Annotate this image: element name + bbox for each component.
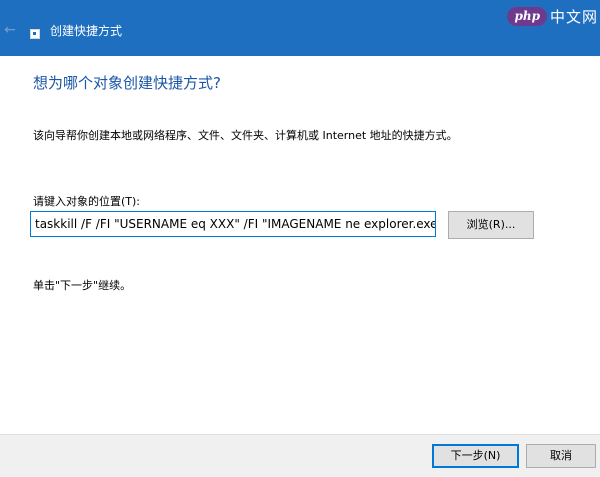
php-cn-logo: php 中文网 [507, 2, 598, 30]
logo-cn-text: 中文网 [549, 7, 598, 26]
next-button[interactable]: 下一步(N) [432, 444, 519, 468]
cancel-button[interactable]: 取消 [526, 444, 596, 468]
window-title: 创建快捷方式 [50, 24, 123, 38]
target-location-label: 请键入对象的位置(T): [33, 195, 141, 208]
title-bar: ← 创建快捷方式 php 中文网 [0, 0, 600, 56]
target-location-input[interactable]: taskkill /F /FI "USERNAME eq XXX" /FI "I… [30, 211, 436, 237]
wizard-content: 想为哪个对象创建快捷方式? 该向导帮你创建本地或网络程序、文件、文件夹、计算机或… [0, 56, 600, 434]
page-heading: 想为哪个对象创建快捷方式? [33, 74, 221, 92]
back-arrow-icon[interactable]: ← [2, 22, 18, 38]
wizard-footer: 下一步(N) 取消 [0, 434, 600, 477]
browse-button[interactable]: 浏览(R)... [448, 211, 534, 239]
shortcut-app-icon [30, 29, 40, 39]
continue-hint: 单击"下一步"继续。 [33, 279, 132, 292]
wizard-description: 该向导帮你创建本地或网络程序、文件、文件夹、计算机或 Internet 地址的快… [33, 129, 458, 142]
logo-php-badge: php [507, 6, 547, 26]
